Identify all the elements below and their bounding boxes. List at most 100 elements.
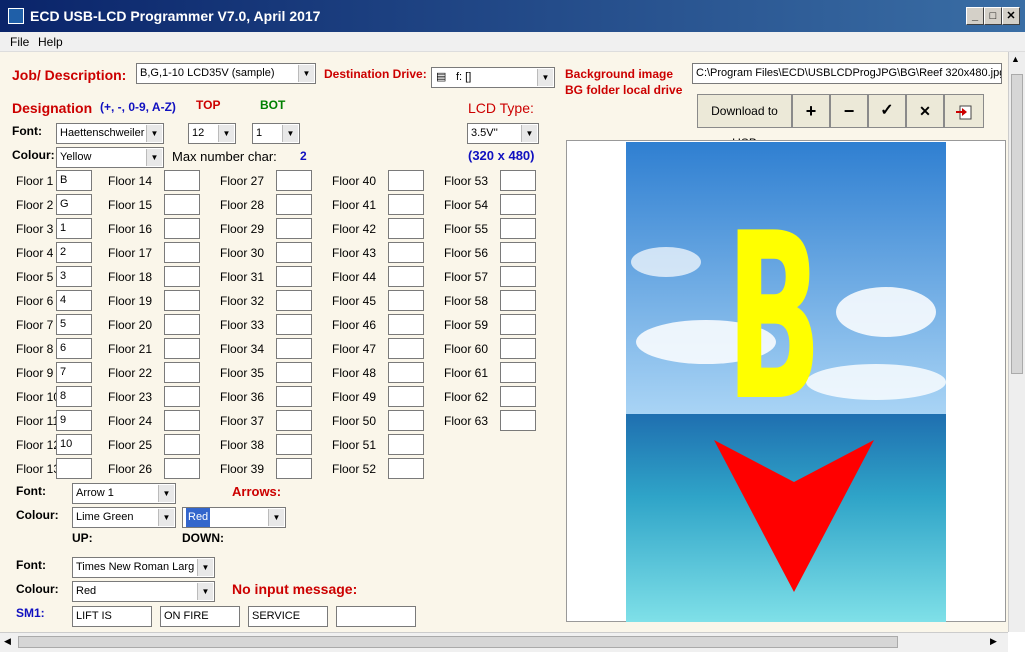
vertical-scrollbar[interactable]: ▲: [1008, 52, 1025, 632]
floor-input[interactable]: [388, 362, 424, 383]
floor-input[interactable]: [276, 434, 312, 455]
down-colour-select[interactable]: Red ▼: [182, 507, 286, 528]
scroll-right-icon[interactable]: ▶: [990, 636, 997, 647]
sm1-field-4[interactable]: [336, 606, 416, 627]
chevron-down-icon[interactable]: ▼: [197, 559, 213, 576]
floor-input[interactable]: [500, 410, 536, 431]
floor-input[interactable]: [388, 170, 424, 191]
floor-input[interactable]: 2: [56, 242, 92, 263]
close-button[interactable]: ✕: [1002, 7, 1020, 25]
floor-input[interactable]: [388, 434, 424, 455]
floor-input[interactable]: 7: [56, 362, 92, 383]
chevron-down-icon[interactable]: ▼: [268, 509, 284, 526]
job-select[interactable]: B,G,1-10 LCD35V (sample) ▼: [136, 63, 316, 84]
menu-help[interactable]: Help: [38, 35, 63, 49]
floor-input[interactable]: [276, 170, 312, 191]
floor-input[interactable]: [500, 314, 536, 335]
floor-input[interactable]: 9: [56, 410, 92, 431]
floor-input[interactable]: [388, 290, 424, 311]
destination-select[interactable]: ▤ f: [] ▼: [431, 67, 555, 88]
floor-input[interactable]: [500, 242, 536, 263]
floor-input[interactable]: 1: [56, 218, 92, 239]
floor-input[interactable]: [276, 314, 312, 335]
arrow-font-select[interactable]: Arrow 1 ▼: [72, 483, 176, 504]
floor-input[interactable]: [164, 314, 200, 335]
chevron-down-icon[interactable]: ▼: [158, 485, 174, 502]
floor-input[interactable]: [164, 266, 200, 287]
sm1-field-2[interactable]: ON FIRE: [160, 606, 240, 627]
chevron-down-icon[interactable]: ▼: [197, 583, 213, 600]
chevron-down-icon[interactable]: ▼: [298, 65, 314, 82]
floor-input[interactable]: [500, 194, 536, 215]
floor-input[interactable]: 10: [56, 434, 92, 455]
add-button[interactable]: +: [792, 94, 830, 128]
maximize-button[interactable]: □: [984, 7, 1002, 25]
chevron-down-icon[interactable]: ▼: [521, 125, 537, 142]
font-select[interactable]: Haettenschweiler ▼: [56, 123, 164, 144]
floor-input[interactable]: [388, 458, 424, 479]
chevron-down-icon[interactable]: ▼: [146, 149, 162, 166]
scroll-up-icon[interactable]: ▲: [1011, 54, 1020, 64]
chevron-down-icon[interactable]: ▼: [218, 125, 234, 142]
floor-input[interactable]: [500, 338, 536, 359]
export-button[interactable]: [944, 94, 984, 128]
floor-input[interactable]: [164, 170, 200, 191]
confirm-button[interactable]: ✓: [868, 94, 906, 128]
chevron-down-icon[interactable]: ▼: [146, 125, 162, 142]
floor-input[interactable]: 3: [56, 266, 92, 287]
floor-input[interactable]: [164, 194, 200, 215]
chevron-down-icon[interactable]: ▼: [537, 69, 553, 86]
floor-input[interactable]: [276, 194, 312, 215]
floor-input[interactable]: [500, 218, 536, 239]
cancel-button[interactable]: ✕: [906, 94, 944, 128]
floor-input[interactable]: 4: [56, 290, 92, 311]
message-font-select[interactable]: Times New Roman Larg ▼: [72, 557, 215, 578]
floor-input[interactable]: B: [56, 170, 92, 191]
font-style-select[interactable]: 1 ▼: [252, 123, 300, 144]
colour-select[interactable]: Yellow ▼: [56, 147, 164, 168]
floor-input[interactable]: [276, 266, 312, 287]
floor-input[interactable]: [164, 458, 200, 479]
floor-input[interactable]: G: [56, 194, 92, 215]
floor-input[interactable]: [276, 242, 312, 263]
floor-input[interactable]: [56, 458, 92, 479]
floor-input[interactable]: [388, 386, 424, 407]
floor-input[interactable]: 8: [56, 386, 92, 407]
horizontal-scrollbar[interactable]: ◀ ▶: [0, 632, 1008, 652]
remove-button[interactable]: −: [830, 94, 868, 128]
floor-input[interactable]: [164, 290, 200, 311]
floor-input[interactable]: [388, 242, 424, 263]
minimize-button[interactable]: _: [966, 7, 984, 25]
floor-input[interactable]: [388, 410, 424, 431]
floor-input[interactable]: [500, 362, 536, 383]
horizontal-scroll-thumb[interactable]: [18, 636, 898, 648]
floor-input[interactable]: [388, 338, 424, 359]
floor-input[interactable]: [164, 410, 200, 431]
floor-input[interactable]: [500, 386, 536, 407]
vertical-scroll-thumb[interactable]: [1011, 74, 1023, 374]
lcd-type-select[interactable]: 3.5V'' ▼: [467, 123, 539, 144]
floor-input[interactable]: [276, 290, 312, 311]
sm1-field-1[interactable]: LIFT IS: [72, 606, 152, 627]
floor-input[interactable]: [164, 338, 200, 359]
up-colour-select[interactable]: Lime Green ▼: [72, 507, 176, 528]
message-colour-select[interactable]: Red ▼: [72, 581, 215, 602]
chevron-down-icon[interactable]: ▼: [282, 125, 298, 142]
font-size-select[interactable]: 12 ▼: [188, 123, 236, 144]
floor-input[interactable]: [388, 194, 424, 215]
floor-input[interactable]: [164, 362, 200, 383]
floor-input[interactable]: [276, 338, 312, 359]
background-path-field[interactable]: C:\Program Files\ECD\USBLCDProgJPG\BG\Re…: [692, 63, 1002, 84]
scroll-left-icon[interactable]: ◀: [4, 636, 11, 647]
floor-input[interactable]: [388, 314, 424, 335]
floor-input[interactable]: [276, 386, 312, 407]
floor-input[interactable]: [164, 434, 200, 455]
floor-input[interactable]: 5: [56, 314, 92, 335]
menu-file[interactable]: File: [10, 35, 29, 49]
floor-input[interactable]: [164, 242, 200, 263]
floor-input[interactable]: 6: [56, 338, 92, 359]
chevron-down-icon[interactable]: ▼: [158, 509, 174, 526]
sm1-field-3[interactable]: SERVICE: [248, 606, 328, 627]
floor-input[interactable]: [500, 290, 536, 311]
floor-input[interactable]: [500, 170, 536, 191]
